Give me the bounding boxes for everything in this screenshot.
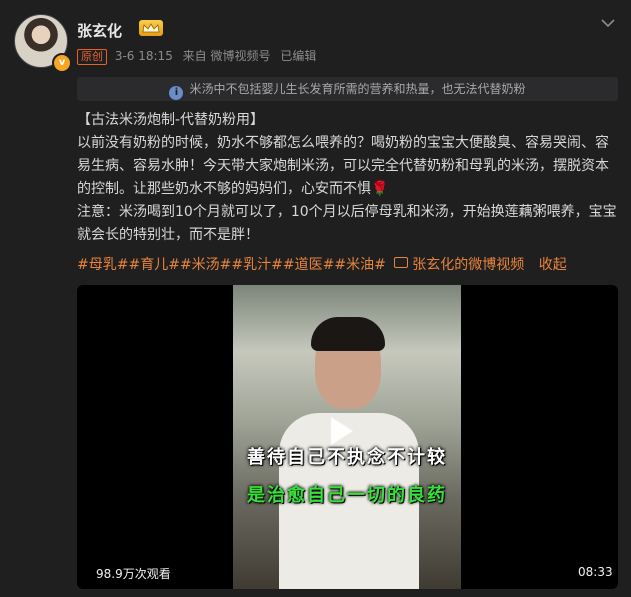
video-icon (394, 257, 409, 268)
notice-bar: i 米汤中不包括婴儿生长发育所需的营养和热量，也无法代替奶粉 (77, 77, 618, 101)
edited-label[interactable]: 已编辑 (280, 49, 316, 63)
hashtag-rice-oil[interactable]: #米油# (334, 257, 385, 273)
collapse-link[interactable]: 收起 (539, 257, 567, 273)
view-count: 98.9万次观看 (96, 567, 171, 581)
play-icon[interactable] (331, 417, 353, 445)
post-source: 来自 微博视频号 (182, 49, 271, 63)
post-meta: 原创 3-6 18:15 来自 微博视频号 已编辑 (77, 47, 316, 65)
post-note: 注意：米汤喝到10个月就可以了，10个月以后停母乳和米汤，开始换莲藕粥喂养，宝宝… (77, 204, 617, 243)
post-title-line: 【古法米汤炮制-代替奶粉用】 (77, 112, 265, 128)
video-link[interactable]: 张玄化的微博视频 (394, 257, 524, 273)
video-duration: 08:33 (578, 565, 613, 579)
post-paragraph: 以前没有奶粉的时候，奶水不够都怎么喂养的？喝奶粉的宝宝大便酸臭、容易哭闹、容易生… (77, 132, 622, 201)
tags-row: #母乳##育儿##米汤##乳汁##道医##米油# 张玄化的微博视频 收起 (77, 254, 567, 276)
hashtag-rice-soup[interactable]: #米汤# (180, 257, 231, 273)
video-subtitle-line1: 善待自己不执念不计较 (247, 447, 447, 468)
info-icon: i (169, 86, 184, 100)
hashtag-milk[interactable]: #乳汁# (231, 257, 282, 273)
rose-icon: 🌹 (371, 181, 389, 197)
chevron-down-icon[interactable] (600, 14, 616, 28)
post-content: 【古法米汤炮制-代替奶粉用】 以前没有奶粉的时候，奶水不够都怎么喂养的？喝奶粉的… (77, 109, 622, 247)
username[interactable]: 张玄化 (77, 20, 122, 41)
verified-badge-icon: v (52, 53, 72, 73)
hashtag-taoist-medicine[interactable]: #道医# (283, 257, 334, 273)
hashtag-parenting[interactable]: #育儿# (128, 257, 179, 273)
video-link-label: 张玄化的微博视频 (412, 257, 525, 273)
weibo-post-card: v 张玄化 原创 3-6 18:15 来自 微博视频号 已编辑 i 米汤中不包括婴… (0, 0, 631, 597)
crown-icon[interactable] (139, 20, 163, 36)
post-paragraph-text: 以前没有奶粉的时候，奶水不够都怎么喂养的？喝奶粉的宝宝大便酸臭、容易哭闹、容易生… (77, 135, 609, 197)
hashtag-breastmilk[interactable]: #母乳# (77, 257, 128, 273)
original-tag: 原创 (77, 49, 107, 65)
video-subtitle-line2: 是治愈自己一切的良药 (247, 485, 447, 506)
notice-text: 米汤中不包括婴儿生长发育所需的营养和热量，也无法代替奶粉 (189, 82, 526, 96)
video-player[interactable]: 善待自己不执念不计较 是治愈自己一切的良药 98.9万次观看 08:33 (77, 285, 618, 589)
post-date[interactable]: 3-6 18:15 (115, 49, 173, 63)
